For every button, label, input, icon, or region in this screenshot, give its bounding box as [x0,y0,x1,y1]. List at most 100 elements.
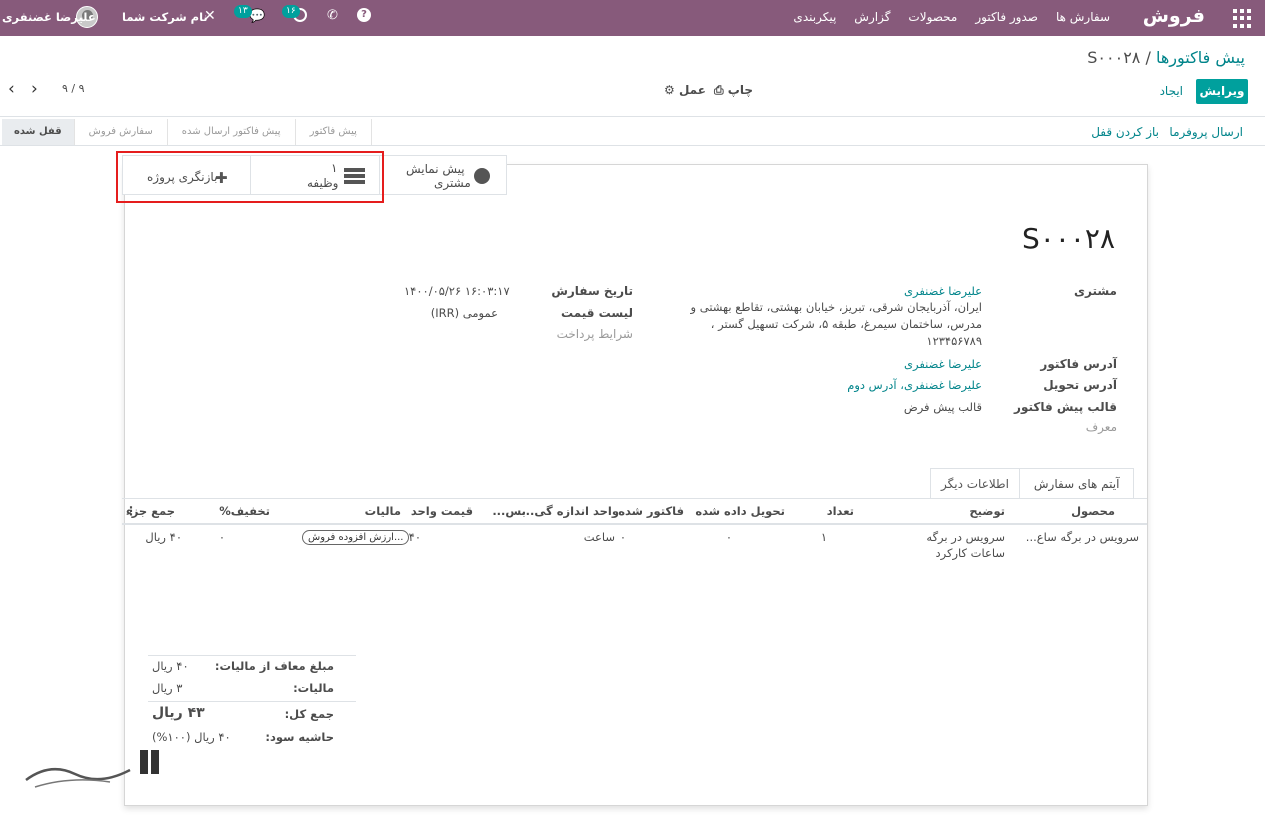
top-navbar: فروش سفارش ها صدور فاکتور محصولات گزارش … [0,0,1265,36]
order-date-label: تاریخ سفارش [551,284,633,298]
col-description[interactable]: توضیح [969,504,1005,518]
order-name: S۰۰۰۲۸ [1022,222,1115,255]
chat-count-badge: ۱۳ [234,5,252,18]
apps-menu-icon[interactable] [1231,8,1251,28]
total-label: جمع کل: [284,707,334,721]
menu-item-reporting[interactable]: گزارش [854,10,890,24]
menu-item-configuration[interactable]: پیکربندی [793,10,836,24]
totals-top-divider [148,655,356,656]
col-delivered[interactable]: تحویل داده شده [695,504,785,518]
col-quantity[interactable]: تعداد [827,504,854,518]
user-name[interactable]: علیرضا غضنفری [2,10,96,24]
action-label: عمل [678,83,706,97]
invoice-address-link[interactable]: علیرضا غضنفری [904,357,982,371]
col-uom[interactable]: واحد اندازه گی... [521,504,619,518]
action-button[interactable]: ⚙ عمل [664,83,706,97]
watermark-logo [20,742,170,792]
print-icon: ⎙ [714,83,728,97]
cell-subtotal: ۴۰ ریال [145,530,182,544]
quotation-template-value: قالب پیش فرض [903,400,982,414]
customer-address-line3: ۱۲۳۴۵۶۷۸۹ [926,334,982,348]
tax-row: مالیات: ۳ ریال [148,681,356,701]
untaxed-row: مبلغ معاف از مالیات: ۴۰ ریال [148,659,356,679]
table-row[interactable]: سرویس در برگه ساع... سرویس در برگه ساعات… [122,527,1147,563]
totals-divider [148,701,356,702]
delivery-address-label: آدرس تحویل [1043,378,1117,392]
cell-delivered: ۰ [725,530,732,544]
col-product[interactable]: محصول [1071,504,1115,518]
margin-row: حاشیه سود: ۴۰ ریال (۱۰۰%) [148,730,356,750]
tax-label: مالیات: [293,681,334,695]
menu-item-invoicing[interactable]: صدور فاکتور [975,10,1038,24]
tax-value: ۳ ریال [152,681,183,695]
stage-sales-order[interactable]: سفارش فروش [74,119,168,145]
pager-value[interactable]: ۹ / ۹ [62,82,85,95]
tab-order-lines[interactable]: آیتم های سفارش [1018,468,1135,499]
customer-address-line2: مدرس، ساختمان سیمرغ، طبقه ۵، شرکت تسهیل … [710,317,982,331]
create-button[interactable]: ایجاد [1160,84,1183,98]
highlight-box [116,151,384,203]
phone-icon[interactable]: ✆ [327,8,338,23]
order-date-value: ۱۴۰۰/۰۵/۲۶ ۱۶:۰۳:۱۷ [404,284,510,298]
breadcrumb-separator: / [1145,48,1151,67]
preview-label-line2: مشتری [434,176,471,190]
cell-discount: ۰ [218,530,225,544]
pager-previous-icon[interactable]: ‹ [8,81,15,98]
gear-icon: ⚙ [664,83,679,97]
cell-unit-price: ۴۰ [408,530,421,544]
breadcrumb: پیش فاکتورها / S۰۰۰۲۸ [1087,48,1245,67]
tax-tag: ارزش افزوده فروش... [302,530,410,545]
col-invoiced[interactable]: فاکتور شده [618,504,684,518]
menu-item-products[interactable]: محصولات [908,10,957,24]
delivery-address-link[interactable]: علیرضا غضنفری، آدرس دوم [847,378,982,392]
stage-quotation-sent[interactable]: پیش فاکتور ارسال شده [167,119,296,145]
company-switcher[interactable]: نام شرکت شما [122,10,208,24]
edit-button[interactable]: ویرایش [1196,79,1248,104]
invoice-address-label: آدرس فاکتور [1040,357,1117,371]
stage-locked[interactable]: قفل شده [2,119,75,145]
pricelist-value: عمومی (IRR) [430,306,498,320]
margin-label: حاشیه سود: [265,730,334,744]
notebook-tabs: اطلاعات دیگر آیتم های سفارش [930,468,1135,499]
untaxed-label: مبلغ معاف از مالیات: [214,659,334,673]
customer-preview-button[interactable]: پیش نمایش مشتری [379,155,507,195]
customer-address-line1: ایران، آذربایجان شرقی، تبریز، خیابان بهش… [690,300,982,314]
pager-next-icon[interactable]: › [31,81,38,98]
breadcrumb-current: S۰۰۰۲۸ [1087,48,1141,67]
cell-uom: ساعت [583,530,615,544]
tab-other-info[interactable]: اطلاعات دیگر [930,468,1020,499]
cell-invoiced: ۰ [619,530,626,544]
optional-columns-icon[interactable]: ⋮ [125,504,137,518]
unlock-button[interactable]: باز کردن قفل [1091,125,1159,139]
app-brand[interactable]: فروش [1143,5,1205,27]
status-bar: ارسال پروفرما باز کردن قفل قفل شده سفارش… [0,116,1265,146]
customer-name-link[interactable]: علیرضا غضنفری [904,284,982,298]
main-menu: سفارش ها صدور فاکتور محصولات گزارش پیکرب… [775,10,1110,24]
stage-pipeline: قفل شده سفارش فروش پیش فاکتور ارسال شده … [2,119,372,145]
notebook-divider [122,498,1147,499]
preview-label-line1: پیش نمایش [406,162,465,176]
col-discount[interactable]: تخفیف% [219,504,270,518]
col-packaging[interactable]: بس... [492,504,526,518]
cell-description-line1: سرویس در برگه [926,530,1005,544]
order-lines-header: محصول توضیح تعداد تحویل داده شده فاکتور … [122,500,1147,525]
send-proforma-button[interactable]: ارسال پروفرما [1169,125,1243,139]
col-taxes[interactable]: مالیات [365,504,401,518]
col-unit-price[interactable]: قیمت واحد [411,504,473,518]
total-value: ۴۳ ریال [152,705,205,721]
customer-label: مشتری [1073,284,1117,298]
menu-item-orders[interactable]: سفارش ها [1056,10,1110,24]
payment-terms-label: شرایط پرداخت [556,327,633,341]
systray: ? ✆ ۱۶ 💬 ۱۳ ✕ نام شرکت شما علیرضا غضنفری [0,0,390,36]
stage-quotation[interactable]: پیش فاکتور [295,119,372,145]
globe-icon [474,168,490,184]
referrer-label: معرف [1085,420,1117,434]
untaxed-value: ۴۰ ریال [152,659,189,673]
quotation-template-label: قالب پیش فاکتور [1014,400,1117,414]
activity-count-badge: ۱۶ [282,5,300,18]
help-icon[interactable]: ? [357,8,371,22]
print-button[interactable]: ⎙ چاپ [714,83,753,98]
cell-quantity: ۱ [820,530,827,544]
cell-description-line2: ساعات کارکرد [935,546,1005,560]
breadcrumb-parent[interactable]: پیش فاکتورها [1156,48,1245,67]
